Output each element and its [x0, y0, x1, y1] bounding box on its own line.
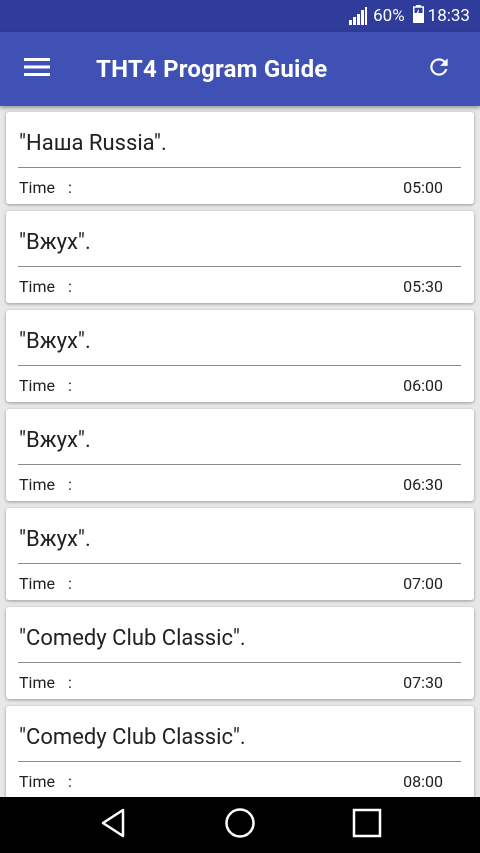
time-label: Time: [19, 772, 55, 791]
divider: [18, 563, 461, 564]
time-separator: :: [68, 178, 72, 197]
navigation-bar: [0, 797, 480, 853]
app-title: THT4 Program Guide: [96, 55, 328, 83]
program-time: 06:30: [403, 475, 443, 494]
program-card[interactable]: "Comedy Club Classic". Time: 07:30: [6, 607, 474, 699]
home-button[interactable]: [210, 805, 270, 845]
time-label: Time: [19, 673, 55, 692]
program-time: 05:00: [403, 178, 443, 197]
program-card[interactable]: "Наша Russia". Time: 05:00: [6, 112, 474, 204]
time-separator: :: [68, 277, 72, 296]
recents-icon: [352, 808, 382, 842]
program-time: 08:00: [403, 772, 443, 791]
time-separator: :: [68, 574, 72, 593]
home-icon: [224, 807, 256, 843]
time-label: Time: [19, 376, 55, 395]
program-time: 06:00: [403, 376, 443, 395]
divider: [18, 464, 461, 465]
program-title: "Вжух".: [19, 527, 91, 552]
time-separator: :: [68, 772, 72, 791]
time-separator: :: [68, 673, 72, 692]
time-label: Time: [19, 277, 55, 296]
refresh-button[interactable]: [416, 49, 462, 89]
menu-icon: [24, 57, 50, 81]
program-title: "Comedy Club Classic".: [19, 725, 246, 750]
program-card[interactable]: "Вжух". Time: 06:00: [6, 310, 474, 402]
program-card[interactable]: "Вжух". Time: 05:30: [6, 211, 474, 303]
program-card[interactable]: "Вжух". Time: 06:30: [6, 409, 474, 501]
program-time: 07:00: [403, 574, 443, 593]
program-title: "Вжух".: [19, 428, 91, 453]
app-bar: THT4 Program Guide: [0, 32, 480, 106]
divider: [18, 365, 461, 366]
status-time: 18:33: [427, 6, 470, 26]
program-title: "Вжух".: [19, 329, 91, 354]
program-title: "Comedy Club Classic".: [19, 626, 246, 651]
divider: [18, 662, 461, 663]
refresh-icon: [426, 54, 452, 84]
back-button[interactable]: [83, 805, 143, 845]
divider: [18, 266, 461, 267]
signal-icon: [349, 7, 368, 25]
program-card[interactable]: "Вжух". Time: 07:00: [6, 508, 474, 600]
program-list[interactable]: "Наша Russia". Time: 05:00 "Вжух". Time: 05:3…: [0, 106, 480, 797]
battery-percent: 60%: [373, 6, 405, 26]
divider: [18, 167, 461, 168]
program-time: 05:30: [403, 277, 443, 296]
time-separator: :: [68, 475, 72, 494]
time-label: Time: [19, 574, 55, 593]
status-bar: 60% 18:33: [0, 0, 480, 32]
program-title: "Вжух".: [19, 230, 91, 255]
battery-icon: [412, 4, 424, 28]
back-icon: [99, 808, 127, 842]
program-card[interactable]: "Comedy Club Classic". Time: 08:00: [6, 706, 474, 797]
menu-button[interactable]: [14, 49, 60, 89]
time-label: Time: [19, 178, 55, 197]
time-label: Time: [19, 475, 55, 494]
program-time: 07:30: [403, 673, 443, 692]
divider: [18, 761, 461, 762]
program-title: "Наша Russia".: [19, 131, 167, 156]
recents-button[interactable]: [337, 805, 397, 845]
time-separator: :: [68, 376, 72, 395]
